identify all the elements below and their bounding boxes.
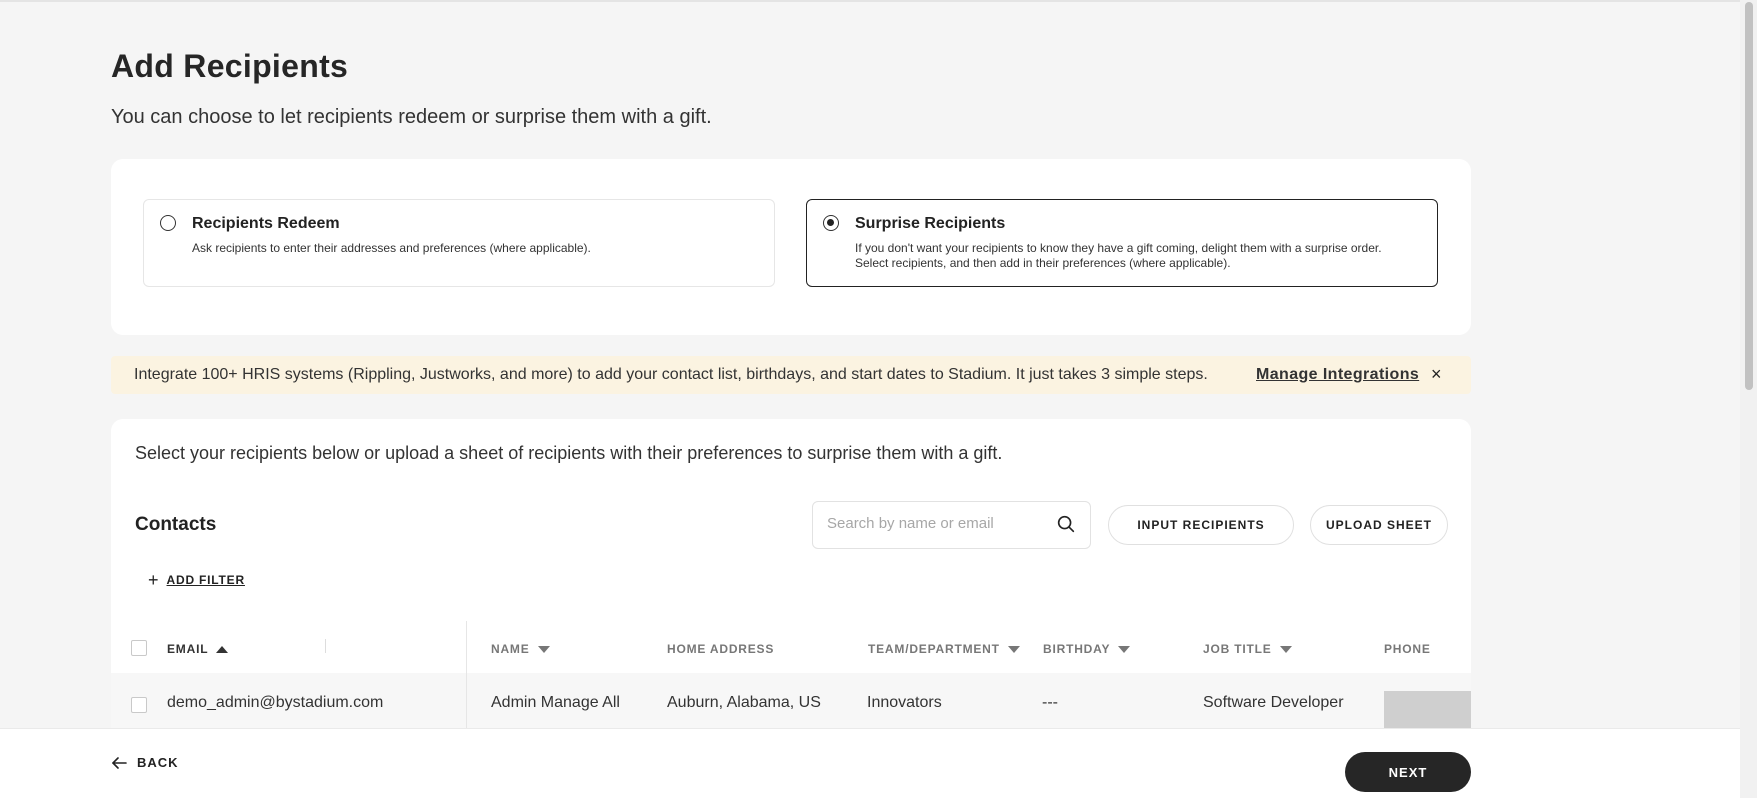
row-checkbox[interactable] bbox=[131, 697, 147, 713]
vertical-scrollbar[interactable] bbox=[1740, 0, 1757, 798]
surprise-title: Surprise Recipients bbox=[855, 215, 1006, 232]
sort-asc-icon bbox=[216, 645, 229, 653]
hris-integration-banner: Integrate 100+ HRIS systems (Rippling, J… bbox=[111, 356, 1471, 394]
gift-mode-card: Recipients Redeem Ask recipients to ente… bbox=[111, 159, 1471, 335]
add-filter-button[interactable]: + ADD FILTER bbox=[148, 570, 245, 590]
option-recipients-redeem[interactable]: Recipients Redeem Ask recipients to ente… bbox=[143, 199, 775, 287]
top-divider bbox=[0, 0, 1740, 2]
back-button[interactable]: BACK bbox=[111, 755, 179, 770]
column-job-title[interactable]: JOB TITLE bbox=[1203, 642, 1292, 656]
chevron-down-icon bbox=[1007, 645, 1020, 653]
column-name[interactable]: NAME bbox=[491, 642, 550, 656]
input-recipients-button[interactable]: INPUT RECIPIENTS bbox=[1108, 505, 1294, 545]
surprise-description-line-2: Select recipients, and then add in their… bbox=[855, 256, 1231, 270]
search-input[interactable] bbox=[827, 515, 1047, 532]
column-home-address-label: HOME ADDRESS bbox=[667, 642, 775, 656]
chevron-down-icon bbox=[1279, 645, 1292, 653]
cell-birthday: --- bbox=[1042, 694, 1058, 711]
column-resize-handle[interactable] bbox=[325, 639, 326, 653]
table-header: EMAIL NAME HOME ADDRESS TEAM/DEPARTMENT … bbox=[111, 621, 1471, 673]
scrollbar-thumb[interactable] bbox=[1745, 2, 1753, 390]
recipients-intro: Select your recipients below or upload a… bbox=[135, 443, 1003, 463]
column-team-label: TEAM/DEPARTMENT bbox=[868, 642, 1000, 656]
option-surprise-recipients[interactable]: Surprise Recipients If you don't want yo… bbox=[806, 199, 1438, 287]
column-phone[interactable]: PHONE bbox=[1384, 642, 1431, 656]
search-box bbox=[812, 501, 1091, 549]
column-home-address[interactable]: HOME ADDRESS bbox=[667, 642, 774, 656]
column-phone-label: PHONE bbox=[1384, 642, 1431, 656]
surprise-radio[interactable] bbox=[823, 215, 839, 231]
back-label: BACK bbox=[137, 755, 179, 770]
column-team-department[interactable]: TEAM/DEPARTMENT bbox=[868, 642, 1020, 656]
redeem-radio[interactable] bbox=[160, 215, 176, 231]
redeem-description: Ask recipients to enter their addresses … bbox=[192, 241, 591, 255]
next-button[interactable]: NEXT bbox=[1345, 752, 1471, 792]
column-email[interactable]: EMAIL bbox=[167, 642, 229, 656]
cell-home-address: Auburn, Alabama, US bbox=[667, 694, 821, 711]
banner-text: Integrate 100+ HRIS systems (Rippling, J… bbox=[134, 366, 1208, 383]
page-title: Add Recipients bbox=[111, 48, 349, 84]
cell-team: Innovators bbox=[867, 694, 942, 711]
column-email-label: EMAIL bbox=[167, 642, 209, 656]
chevron-down-icon bbox=[537, 645, 550, 653]
surprise-description-line-1: If you don't want your recipients to kno… bbox=[855, 241, 1382, 255]
plus-icon: + bbox=[148, 570, 159, 590]
manage-integrations-link[interactable]: Manage Integrations bbox=[1256, 366, 1419, 384]
column-name-label: NAME bbox=[491, 642, 530, 656]
page-subtitle: You can choose to let recipients redeem … bbox=[111, 106, 712, 128]
add-filter-label: ADD FILTER bbox=[166, 573, 245, 587]
close-icon[interactable]: × bbox=[1431, 364, 1442, 385]
select-all-checkbox[interactable] bbox=[131, 640, 147, 656]
cell-job-title: Software Developer bbox=[1203, 694, 1344, 711]
search-icon[interactable] bbox=[1055, 513, 1077, 535]
column-birthday-label: BIRTHDAY bbox=[1043, 642, 1111, 656]
redeem-title: Recipients Redeem bbox=[192, 215, 340, 232]
chevron-down-icon bbox=[1118, 645, 1131, 653]
surprise-description: If you don't want your recipients to kno… bbox=[855, 241, 1419, 271]
cell-name: Admin Manage All bbox=[491, 694, 620, 711]
column-job-title-label: JOB TITLE bbox=[1203, 642, 1272, 656]
cell-email: demo_admin@bystadium.com bbox=[167, 694, 384, 711]
contacts-title: Contacts bbox=[135, 514, 217, 535]
column-birthday[interactable]: BIRTHDAY bbox=[1043, 642, 1131, 656]
footer-bar: BACK NEXT bbox=[0, 728, 1740, 798]
arrow-left-icon bbox=[112, 756, 127, 769]
upload-sheet-button[interactable]: UPLOAD SHEET bbox=[1310, 505, 1448, 545]
